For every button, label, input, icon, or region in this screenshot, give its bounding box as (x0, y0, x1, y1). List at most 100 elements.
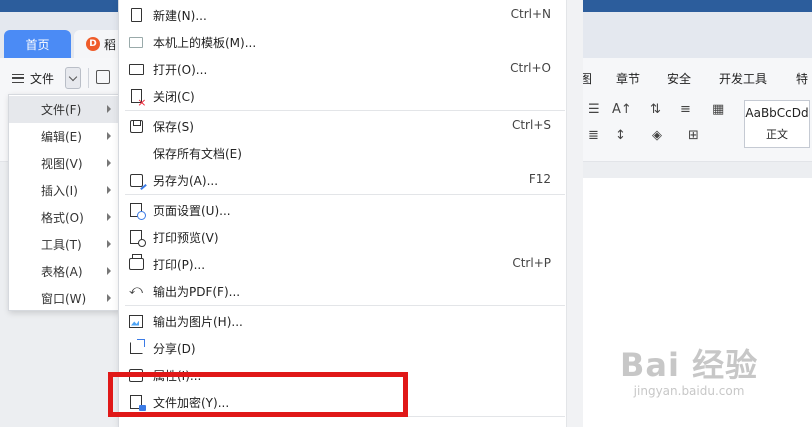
menu-templates[interactable]: 本机上的模板(M)... (119, 28, 567, 55)
menu-item-label: 窗口(W) (41, 292, 87, 306)
menu-item-window[interactable]: 窗口(W) (9, 285, 119, 312)
ribbon-tab-special[interactable]: 特 (796, 70, 808, 87)
menu-item-view[interactable]: 视图(V) (9, 150, 119, 177)
menu-save-as-shortcut: F12 (528, 172, 551, 186)
align-icon[interactable]: ☰ (588, 102, 600, 117)
watermark-brand: Bai 经验 (620, 346, 759, 384)
file-dropdown-toggle[interactable] (65, 67, 81, 89)
chevron-right-icon (107, 294, 111, 302)
template-icon (128, 34, 144, 50)
menu-item-format[interactable]: 格式(O) (9, 204, 119, 231)
font-size-icon[interactable]: A↑ (612, 102, 632, 117)
share-icon (128, 339, 145, 356)
menu-print[interactable]: 打印(P)... Ctrl+P (119, 250, 567, 277)
chevron-right-icon (107, 213, 111, 221)
menu-save-all[interactable]: 保存所有文档(E) (119, 139, 567, 166)
menu-item-label: 文件(F) (41, 103, 82, 117)
menu-item-tools[interactable]: 工具(T) (9, 231, 119, 258)
document-margin (583, 162, 812, 178)
quick-save-icon[interactable] (96, 70, 110, 84)
menu-item-label: 编辑(E) (41, 130, 82, 144)
menu-save-shortcut: Ctrl+S (511, 118, 551, 132)
menu-print-shortcut: Ctrl+P (512, 256, 551, 270)
menu-close-label: 关闭(C) (153, 90, 195, 104)
menu-open-label: 打开(O)... (153, 63, 208, 77)
chevron-right-icon (107, 267, 111, 275)
menu-item-label: 工具(T) (41, 238, 82, 252)
new-document-icon (128, 7, 144, 23)
menu-item-label: 插入(I) (41, 184, 78, 198)
save-icon (128, 118, 144, 134)
menu-divider (125, 305, 565, 306)
menu-export-pdf-label: 输出为PDF(F)... (153, 285, 241, 299)
menu-item-table[interactable]: 表格(A) (9, 258, 119, 285)
style-normal[interactable]: AaBbCcDd 正文 (744, 100, 810, 148)
print-icon (128, 254, 144, 272)
chevron-right-icon (107, 240, 111, 248)
file-menu-label: 文件 (30, 71, 55, 86)
ribbon-tab-developer[interactable]: 开发工具 (719, 70, 767, 87)
menu-save-label: 保存(S) (153, 120, 194, 134)
border-icon[interactable]: ⊞ (688, 128, 699, 143)
print-preview-icon (128, 229, 146, 247)
open-folder-icon (128, 61, 144, 77)
menu-export-image[interactable]: 输出为图片(H)... (119, 307, 567, 334)
menu-scrollbar[interactable] (566, 0, 583, 427)
ribbon-tab-section[interactable]: 章节 (616, 70, 640, 87)
menu-save[interactable]: 保存(S) Ctrl+S (119, 112, 567, 139)
justify-icon[interactable]: ≣ (588, 128, 599, 143)
tab-home[interactable]: 首页 (4, 30, 71, 58)
menu-new-shortcut: Ctrl+N (510, 7, 551, 21)
chevron-right-icon (107, 132, 111, 140)
menu-save-all-label: 保存所有文档(E) (153, 147, 242, 161)
menu-print-preview-label: 打印预览(V) (153, 231, 219, 245)
menu-item-edit[interactable]: 编辑(E) (9, 123, 119, 150)
menu-share-label: 分享(D) (153, 342, 196, 356)
menu-save-as-label: 另存为(A)... (153, 174, 219, 188)
chevron-right-icon (107, 159, 111, 167)
menu-item-insert[interactable]: 插入(I) (9, 177, 119, 204)
menu-item-label: 视图(V) (41, 157, 83, 171)
menu-item-file[interactable]: 文件(F) (9, 96, 119, 123)
export-pdf-icon: ⤺ (129, 283, 143, 298)
menu-share[interactable]: 分享(D) (119, 334, 567, 361)
menu-save-as[interactable]: 另存为(A)... F12 (119, 166, 567, 193)
highlight-box (108, 372, 408, 417)
menu-bar-dropdown: 文件(F) 编辑(E) 视图(V) 插入(I) 格式(O) 工具(T) 表格(A… (8, 94, 120, 311)
save-as-icon (128, 172, 144, 188)
menu-item-label: 格式(O) (41, 211, 84, 225)
toolbar-divider (88, 68, 89, 88)
menu-page-setup[interactable]: 页面设置(U)... (119, 196, 567, 223)
menu-open[interactable]: 打开(O)... Ctrl+O (119, 55, 567, 82)
menu-export-pdf[interactable]: ⤺ 输出为PDF(F)... (119, 277, 567, 304)
chevron-right-icon (107, 105, 111, 113)
menu-templates-label: 本机上的模板(M)... (153, 36, 257, 50)
style-name: 正文 (766, 128, 788, 141)
line-spacing-icon[interactable]: ↕ (615, 128, 626, 143)
menu-page-setup-label: 页面设置(U)... (153, 204, 231, 218)
menu-close[interactable]: 关闭(C) (119, 82, 567, 109)
menu-print-label: 打印(P)... (153, 258, 206, 272)
ribbon-tab-security[interactable]: 安全 (667, 70, 691, 87)
fill-color-icon[interactable]: ◈ (652, 128, 662, 143)
baidu-watermark: Bai 经验 jingyan.baidu.com (620, 340, 758, 398)
menu-print-preview[interactable]: 打印预览(V) (119, 223, 567, 250)
close-document-icon (128, 88, 147, 108)
wps-logo-icon: D (86, 37, 100, 51)
file-menu-button[interactable]: 文件 (12, 66, 54, 90)
menu-divider (125, 194, 565, 195)
table-layout-icon[interactable]: ▦ (712, 102, 724, 117)
chevron-right-icon (107, 186, 111, 194)
sort-icon[interactable]: ⇅ (650, 102, 661, 117)
menu-export-image-label: 输出为图片(H)... (153, 315, 243, 329)
style-sample: AaBbCcDd (745, 106, 809, 120)
hamburger-icon (12, 73, 24, 83)
tab-home-label: 首页 (25, 37, 50, 52)
chevron-down-icon (68, 72, 78, 81)
file-submenu: 新建(N)... Ctrl+N 本机上的模板(M)... 打开(O)... Ct… (118, 0, 566, 427)
list-icon[interactable]: ≡ (680, 102, 691, 117)
menu-new-label: 新建(N)... (153, 9, 207, 23)
menu-new[interactable]: 新建(N)... Ctrl+N (119, 1, 567, 28)
menu-divider (125, 110, 565, 111)
tab-document-label: 稻 (104, 37, 117, 52)
